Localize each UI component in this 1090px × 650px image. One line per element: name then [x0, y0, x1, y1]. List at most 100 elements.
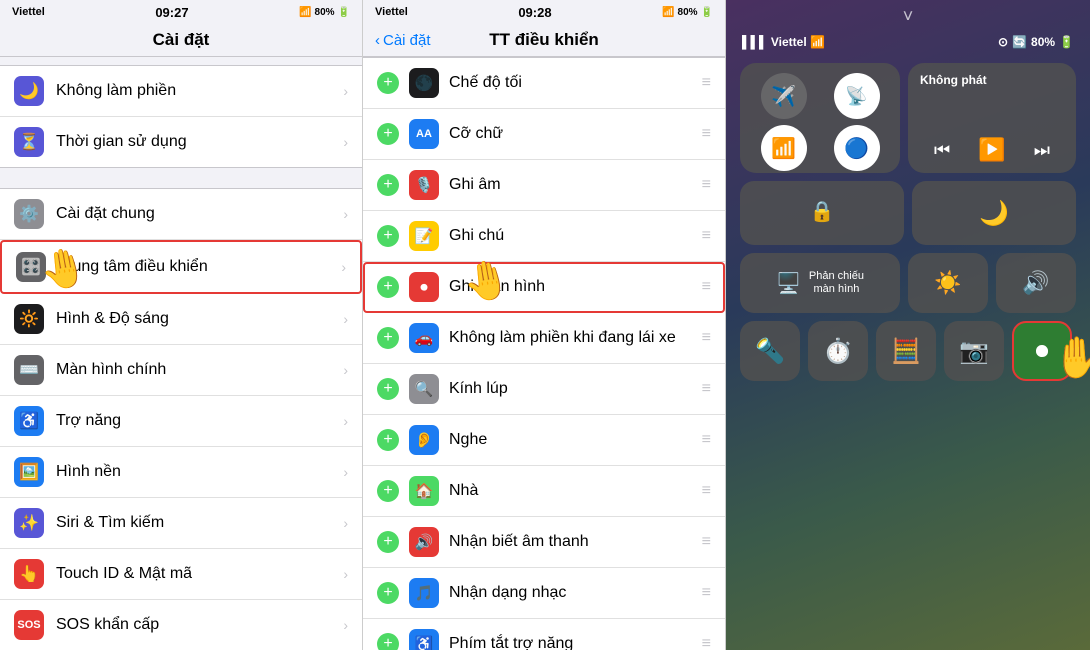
controlcenter-label: Trung tâm điều khiển	[58, 258, 329, 276]
cc-prev-btn[interactable]: ⏮	[934, 140, 950, 161]
screenrecord-drag: ≡	[702, 278, 711, 296]
controlcenter-chevron: ›	[341, 259, 346, 275]
cc-play-btn[interactable]: ▶️	[978, 137, 1005, 163]
ctrl-item-fontsize[interactable]: + AA Cỡ chữ ≡	[363, 109, 725, 160]
settings-item-siri[interactable]: ✨ Siri & Tìm kiếm ›	[0, 498, 362, 549]
cc-connectivity-tile: ✈️ 📡 📶 🔵	[740, 63, 900, 173]
add-darkmode[interactable]: +	[377, 72, 399, 94]
cc-dnd-btn[interactable]: 🌙	[912, 181, 1076, 245]
calculator-icon: 🧮	[891, 337, 921, 366]
cc-brightness-btn[interactable]: ☀️	[908, 253, 988, 313]
sos-label: SOS khẩn cấp	[56, 616, 331, 634]
record-icon: ⏺	[1035, 335, 1048, 367]
settings-item-sos[interactable]: SOS SOS khẩn cấp ›	[0, 600, 362, 650]
add-fontsize[interactable]: +	[377, 123, 399, 145]
magnifier-icon: 🔍	[409, 374, 439, 404]
add-accessshortcut[interactable]: +	[377, 633, 399, 650]
ctrl-item-shazam[interactable]: + 🎵 Nhận dạng nhạc ≡	[363, 568, 725, 619]
cc-camera-btn[interactable]: 📷	[944, 321, 1004, 381]
ctrl-item-darkmode[interactable]: + 🌑 Chế độ tối ≡	[363, 58, 725, 109]
sound-recognition-drag: ≡	[702, 533, 711, 551]
cc-volume-btn[interactable]: 🔊	[996, 253, 1076, 313]
touchid-icon: 👆	[14, 559, 44, 589]
accessshortcut-label: Phím tắt trợ năng	[449, 635, 692, 650]
settings-group-1: 🌙 Không làm phiền › ⏳ Thời gian sử dụng …	[0, 65, 362, 168]
signal-icon-3: ▌▌▌	[742, 35, 768, 49]
accessibility-icon: ♿	[14, 406, 44, 436]
screentime-icon: ⏳	[14, 127, 44, 157]
ctrl-item-magnifier[interactable]: + 🔍 Kính lúp ≡	[363, 364, 725, 415]
hearing-label: Nghe	[449, 431, 692, 449]
accessshortcut-drag: ≡	[702, 635, 711, 650]
screentime-chevron: ›	[343, 134, 348, 150]
cc-status-right: ⊙ 🔄 80%🔋	[998, 35, 1074, 49]
settings-item-homescreen[interactable]: ⌨️ Màn hình chính ›	[0, 345, 362, 396]
cc-airplane-btn[interactable]: ✈️	[750, 73, 817, 119]
cc-next-btn[interactable]: ⏭	[1034, 140, 1050, 161]
cc-wifi-btn[interactable]: 📶	[750, 125, 817, 171]
back-chevron: ‹	[375, 32, 380, 49]
status-icons-2: 📶 80%🔋	[662, 7, 713, 18]
battery-text-1: 80%	[315, 7, 335, 18]
ctrl-item-notes[interactable]: + 📝 Ghi chú ≡	[363, 211, 725, 262]
cc-rotate-lock-btn[interactable]: 🔒	[740, 181, 904, 245]
settings-item-dnd[interactable]: 🌙 Không làm phiền ›	[0, 66, 362, 117]
nav-back-ctrl[interactable]: ‹ Cài đặt	[375, 32, 431, 49]
settings-item-touchid[interactable]: 👆 Touch ID & Mật mã ›	[0, 549, 362, 600]
siri-label: Siri & Tìm kiếm	[56, 514, 331, 532]
volume-icon: 🔊	[1022, 270, 1049, 296]
add-shazam[interactable]: +	[377, 582, 399, 604]
cc-bluetooth-btn[interactable]: 🔵	[823, 125, 890, 171]
cc-media-tile: Không phát ⏮ ▶️ ⏭	[908, 63, 1076, 173]
add-magnifier[interactable]: +	[377, 378, 399, 400]
cc-status-bar: ▌▌▌ Viettel 📶 ⊙ 🔄 80%🔋	[726, 29, 1090, 55]
dnd-icon: 🌙	[14, 76, 44, 106]
add-home[interactable]: +	[377, 480, 399, 502]
settings-item-accessibility[interactable]: ♿ Trợ năng ›	[0, 396, 362, 447]
ctrl-item-voicememo[interactable]: + 🎙️ Ghi âm ≡	[363, 160, 725, 211]
settings-item-display[interactable]: 🔆 Hình & Độ sáng ›	[0, 294, 362, 345]
ctrl-item-screenrecord[interactable]: + ⏺ Ghi màn hình ≡	[363, 262, 725, 313]
ctrl-item-accessshortcut[interactable]: + ♿ Phím tắt trợ năng ≡	[363, 619, 725, 650]
add-voicememo[interactable]: +	[377, 174, 399, 196]
home-label: Nhà	[449, 482, 692, 500]
panel-controlcenter: Viettel 09:28 📶 80%🔋 ‹ Cài đặt TT điều k…	[363, 0, 726, 650]
add-dnd-drive[interactable]: +	[377, 327, 399, 349]
settings-item-screentime[interactable]: ⏳ Thời gian sử dụng ›	[0, 117, 362, 167]
display-icon: 🔆	[14, 304, 44, 334]
battery-text-2: 80%	[678, 7, 698, 18]
panel-cc: ˅ ▌▌▌ Viettel 📶 ⊙ 🔄 80%🔋 ✈️ 📡	[726, 0, 1090, 650]
darkmode-drag: ≡	[702, 74, 711, 92]
darkmode-icon: 🌑	[409, 68, 439, 98]
dnd-drive-drag: ≡	[702, 329, 711, 347]
cc-torch-btn[interactable]: 🔦	[740, 321, 800, 381]
ctrl-item-dnd-drive[interactable]: + 🚗 Không làm phiền khi đang lái xe ≡	[363, 313, 725, 364]
ctrl-item-hearing[interactable]: + 👂 Nghe ≡	[363, 415, 725, 466]
ctrl-item-home[interactable]: + 🏠 Nhà ≡	[363, 466, 725, 517]
wallpaper-label: Hình nền	[56, 463, 331, 481]
hand-pointer-1: 🤚	[37, 244, 91, 296]
nav-bar-ctrl: ‹ Cài đặt TT điều khiển	[363, 24, 725, 57]
cc-row-4: 🔦 ⏱️ 🧮 📷 ⏺ 🤚	[740, 321, 1076, 387]
cc-timer-btn[interactable]: ⏱️	[808, 321, 868, 381]
shazam-icon: 🎵	[409, 578, 439, 608]
sound-recognition-label: Nhận biết âm thanh	[449, 533, 692, 551]
cc-media-title: Không phát	[920, 73, 1064, 87]
cc-mirror-btn[interactable]: 🖥️ Phản chiếumàn hình	[740, 253, 900, 313]
add-hearing[interactable]: +	[377, 429, 399, 451]
cc-calculator-btn[interactable]: 🧮	[876, 321, 936, 381]
timer-icon: ⏱️	[823, 337, 853, 366]
home-icon: 🏠	[409, 476, 439, 506]
add-sound-recognition[interactable]: +	[377, 531, 399, 553]
settings-item-general[interactable]: ⚙️ Cài đặt chung ›	[0, 189, 362, 240]
homescreen-icon: ⌨️	[14, 355, 44, 385]
add-notes[interactable]: +	[377, 225, 399, 247]
add-screenrecord[interactable]: +	[377, 276, 399, 298]
cc-cellular-btn[interactable]: 📡	[823, 73, 890, 119]
mirror-icon: 🖥️	[776, 271, 801, 296]
homescreen-chevron: ›	[343, 362, 348, 378]
settings-item-wallpaper[interactable]: 🖼️ Hình nền ›	[0, 447, 362, 498]
cc-media-controls: ⏮ ▶️ ⏭	[920, 137, 1064, 163]
ctrl-item-sound-recognition[interactable]: + 🔊 Nhận biết âm thanh ≡	[363, 517, 725, 568]
wallpaper-chevron: ›	[343, 464, 348, 480]
